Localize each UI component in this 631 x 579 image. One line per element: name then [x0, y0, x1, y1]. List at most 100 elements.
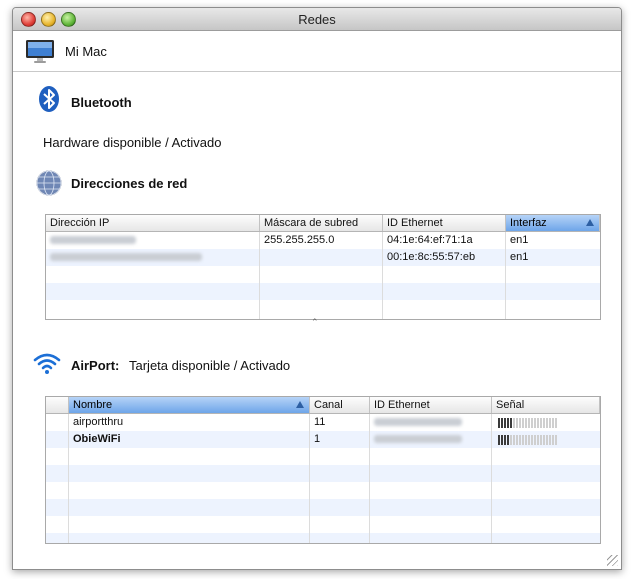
device-name: Mi Mac — [65, 44, 107, 59]
signal-bar — [504, 435, 506, 445]
empty-row — [46, 266, 600, 283]
column-divider — [369, 414, 370, 543]
column-channel[interactable]: Canal — [310, 397, 370, 413]
network-globe-icon — [36, 170, 62, 196]
networks-window: Redes Mi Mac Bluetooth Hardware disponib… — [12, 7, 622, 570]
column-signal[interactable]: Señal — [492, 397, 600, 413]
empty-row — [46, 499, 600, 516]
empty-row — [46, 516, 600, 533]
redacted-ethernet — [374, 435, 462, 443]
signal-bar — [555, 418, 557, 428]
signal-bar — [546, 418, 548, 428]
column-divider — [259, 232, 260, 319]
network-name-cell: ObieWiFi — [73, 433, 121, 445]
airport-status: Tarjeta disponible / Activado — [129, 358, 291, 373]
network-name-cell: airportthru — [73, 416, 124, 428]
wifi-icon — [33, 353, 61, 374]
signal-bar — [537, 418, 539, 428]
signal-bar — [498, 435, 500, 445]
airport-networks-table[interactable]: Nombre Canal ID Ethernet Señal airportth… — [45, 396, 601, 544]
ethernet-cell: 04:1e:64:ef:71:1a — [387, 234, 473, 246]
table-row[interactable]: 00:1e:8c:55:57:eb en1 — [46, 249, 600, 266]
column-divider — [505, 232, 506, 319]
split-view-handle[interactable]: ⌃ — [311, 317, 319, 328]
column-ip-address[interactable]: Dirección IP — [46, 215, 260, 231]
signal-bar — [537, 435, 539, 445]
column-subnet-mask[interactable]: Máscara de subred — [260, 215, 383, 231]
ip-cell — [46, 232, 260, 249]
signal-strength-meter — [498, 435, 557, 445]
signal-bar — [507, 435, 509, 445]
signal-bar — [516, 435, 518, 445]
sort-ascending-icon — [586, 219, 594, 226]
ip-cell — [46, 249, 260, 266]
signal-bar — [504, 418, 506, 428]
signal-bar — [528, 418, 530, 428]
signal-bar — [531, 418, 533, 428]
airport-table-header: Nombre Canal ID Ethernet Señal — [46, 397, 600, 414]
column-spacer — [46, 397, 69, 413]
signal-bar — [540, 435, 542, 445]
empty-row — [46, 533, 600, 543]
signal-bar — [510, 418, 512, 428]
channel-cell: 1 — [314, 433, 321, 445]
signal-bar — [552, 418, 554, 428]
signal-bar — [546, 435, 548, 445]
signal-bar — [507, 418, 509, 428]
resize-grip[interactable] — [607, 555, 618, 566]
signal-bar — [513, 435, 515, 445]
empty-row — [46, 465, 600, 482]
column-divider — [491, 414, 492, 543]
bluetooth-icon — [39, 86, 59, 112]
interface-cell: en1 — [510, 234, 529, 246]
table-row[interactable]: ObieWiFi 1 — [46, 431, 600, 448]
sort-ascending-icon — [296, 401, 304, 408]
network-table-header: Dirección IP Máscara de subred ID Ethern… — [46, 215, 600, 232]
column-interface-label: Interfaz — [510, 217, 547, 229]
column-interface[interactable]: Interfaz — [506, 215, 600, 231]
redacted-ip — [50, 253, 202, 261]
ethernet-cell — [370, 414, 492, 431]
bluetooth-title: Bluetooth — [71, 95, 132, 110]
table-row[interactable]: 255.255.255.0 04:1e:64:ef:71:1a en1 — [46, 232, 600, 249]
empty-row — [46, 448, 600, 465]
signal-bar — [519, 435, 521, 445]
signal-bar — [498, 418, 500, 428]
column-name[interactable]: Nombre — [69, 397, 310, 413]
signal-bar — [525, 418, 527, 428]
empty-row — [46, 482, 600, 499]
channel-cell: 11 — [314, 416, 326, 428]
redacted-ethernet — [374, 418, 462, 426]
signal-bar — [510, 435, 512, 445]
column-ethernet-id[interactable]: ID Ethernet — [383, 215, 506, 231]
ethernet-cell — [370, 431, 492, 448]
signal-bar — [519, 418, 521, 428]
network-addresses-title: Direcciones de red — [71, 176, 188, 191]
signal-bar — [549, 435, 551, 445]
signal-bar — [513, 418, 515, 428]
ethernet-cell: 00:1e:8c:55:57:eb — [387, 251, 476, 263]
airport-title: AirPort: — [71, 358, 120, 373]
signal-bar — [549, 418, 551, 428]
signal-bar — [552, 435, 554, 445]
signal-bar — [531, 435, 533, 445]
interface-cell: en1 — [510, 251, 529, 263]
bluetooth-status: Hardware disponible / Activado — [43, 135, 222, 150]
table-row[interactable]: airportthru 11 — [46, 414, 600, 431]
column-divider — [309, 414, 310, 543]
title-bar[interactable]: Redes — [13, 8, 621, 31]
airport-table-rows: airportthru 11 ObieWiFi 1 — [46, 414, 600, 543]
column-ethernet-id[interactable]: ID Ethernet — [370, 397, 492, 413]
redacted-ip — [50, 236, 136, 244]
signal-bar — [501, 418, 503, 428]
signal-bar — [528, 435, 530, 445]
network-table-rows: 255.255.255.0 04:1e:64:ef:71:1a en1 00:1… — [46, 232, 600, 319]
column-divider — [68, 414, 69, 543]
signal-bar — [501, 435, 503, 445]
mask-cell: 255.255.255.0 — [264, 234, 335, 246]
network-addresses-table[interactable]: Dirección IP Máscara de subred ID Ethern… — [45, 214, 601, 320]
signal-bar — [516, 418, 518, 428]
signal-bar — [522, 435, 524, 445]
signal-bar — [543, 435, 545, 445]
signal-bar — [534, 418, 536, 428]
